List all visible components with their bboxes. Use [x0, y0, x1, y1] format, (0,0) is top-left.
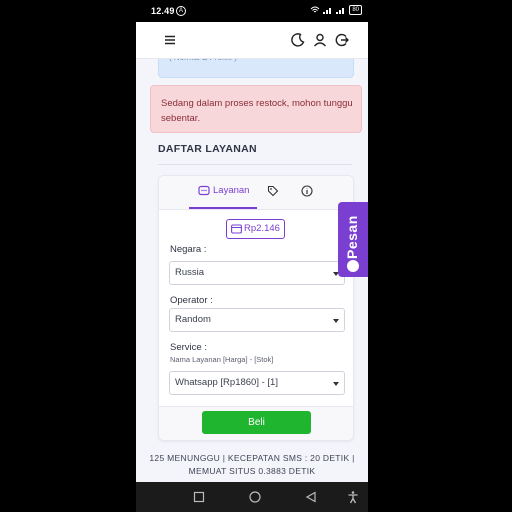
- wifi-icon: [310, 6, 320, 13]
- battery-indicator: 80: [349, 5, 362, 15]
- operator-value: Random: [175, 314, 211, 325]
- negara-label: Negara :: [170, 244, 207, 255]
- buy-button[interactable]: Beli: [202, 411, 311, 434]
- balance-badge: Rp2.146: [226, 219, 285, 239]
- pesan-floating-button[interactable]: Pesan: [338, 202, 368, 277]
- signal-icon-2: [336, 8, 345, 14]
- tab-layanan[interactable]: Layanan: [189, 176, 257, 209]
- footer-stats: 125 MENUNGGU | KECEPATAN SMS : 20 DETIK …: [136, 452, 368, 478]
- logout-icon[interactable]: [334, 32, 350, 48]
- app-screen: ( Normal & Profile ) Sedang dalam proses…: [136, 22, 368, 482]
- chat-icon: [347, 260, 359, 272]
- service-card: Layanan Rp2.146 Negara : Russia Operator…: [158, 175, 354, 441]
- footer-line-1: 125 MENUNGGU | KECEPATAN SMS : 20 DETIK …: [149, 453, 355, 463]
- phone-frame: 12.49 A 80 ( Normal & Profile ) Sedang d…: [136, 0, 368, 512]
- recents-icon[interactable]: [192, 490, 206, 504]
- service-select[interactable]: Whatsapp [Rp1860] - [1]: [169, 371, 345, 395]
- chevron-down-icon: [333, 319, 339, 323]
- android-nav-bar: [136, 482, 368, 512]
- alarm-icon: A: [176, 6, 186, 16]
- pesan-label: Pesan: [344, 215, 360, 259]
- status-bar: 12.49 A 80: [136, 0, 368, 22]
- status-time: 12.49: [151, 6, 175, 16]
- card-tabs: Layanan: [159, 176, 353, 210]
- home-icon[interactable]: [248, 490, 262, 504]
- back-icon[interactable]: [304, 490, 318, 504]
- service-hint: Nama Layanan [Harga] - [Stok]: [170, 355, 274, 364]
- wallet-icon: [231, 224, 242, 234]
- tag-icon[interactable]: [267, 185, 279, 197]
- signal-icon: [323, 8, 332, 14]
- status-icons: 80: [310, 5, 362, 15]
- accessibility-icon[interactable]: [346, 490, 360, 504]
- section-title: DAFTAR LAYANAN: [158, 143, 257, 155]
- top-app-bar: [136, 22, 368, 59]
- negara-select[interactable]: Russia: [169, 261, 345, 285]
- hamburger-icon[interactable]: [162, 32, 178, 48]
- user-icon[interactable]: [312, 32, 328, 48]
- restock-warning-text: Sedang dalam proses restock, mohon tungg…: [161, 98, 353, 124]
- chat-bubble-icon: [198, 185, 210, 196]
- info-icon[interactable]: [301, 185, 313, 197]
- restock-warning-alert: Sedang dalam proses restock, mohon tungg…: [150, 85, 362, 133]
- tab-layanan-label: Layanan: [213, 185, 250, 196]
- chevron-down-icon: [333, 382, 339, 386]
- card-footer: Beli: [159, 406, 353, 440]
- service-label: Service :: [170, 342, 207, 353]
- operator-select[interactable]: Random: [169, 308, 345, 332]
- balance-value: Rp2.146: [244, 223, 280, 234]
- negara-value: Russia: [175, 267, 205, 278]
- section-divider: [158, 164, 352, 165]
- service-value: Whatsapp [Rp1860] - [1]: [175, 377, 278, 388]
- operator-label: Operator :: [170, 295, 213, 306]
- moon-icon[interactable]: [290, 32, 306, 48]
- footer-line-2: MEMUAT SITUS 0.3883 DETIK: [188, 466, 316, 476]
